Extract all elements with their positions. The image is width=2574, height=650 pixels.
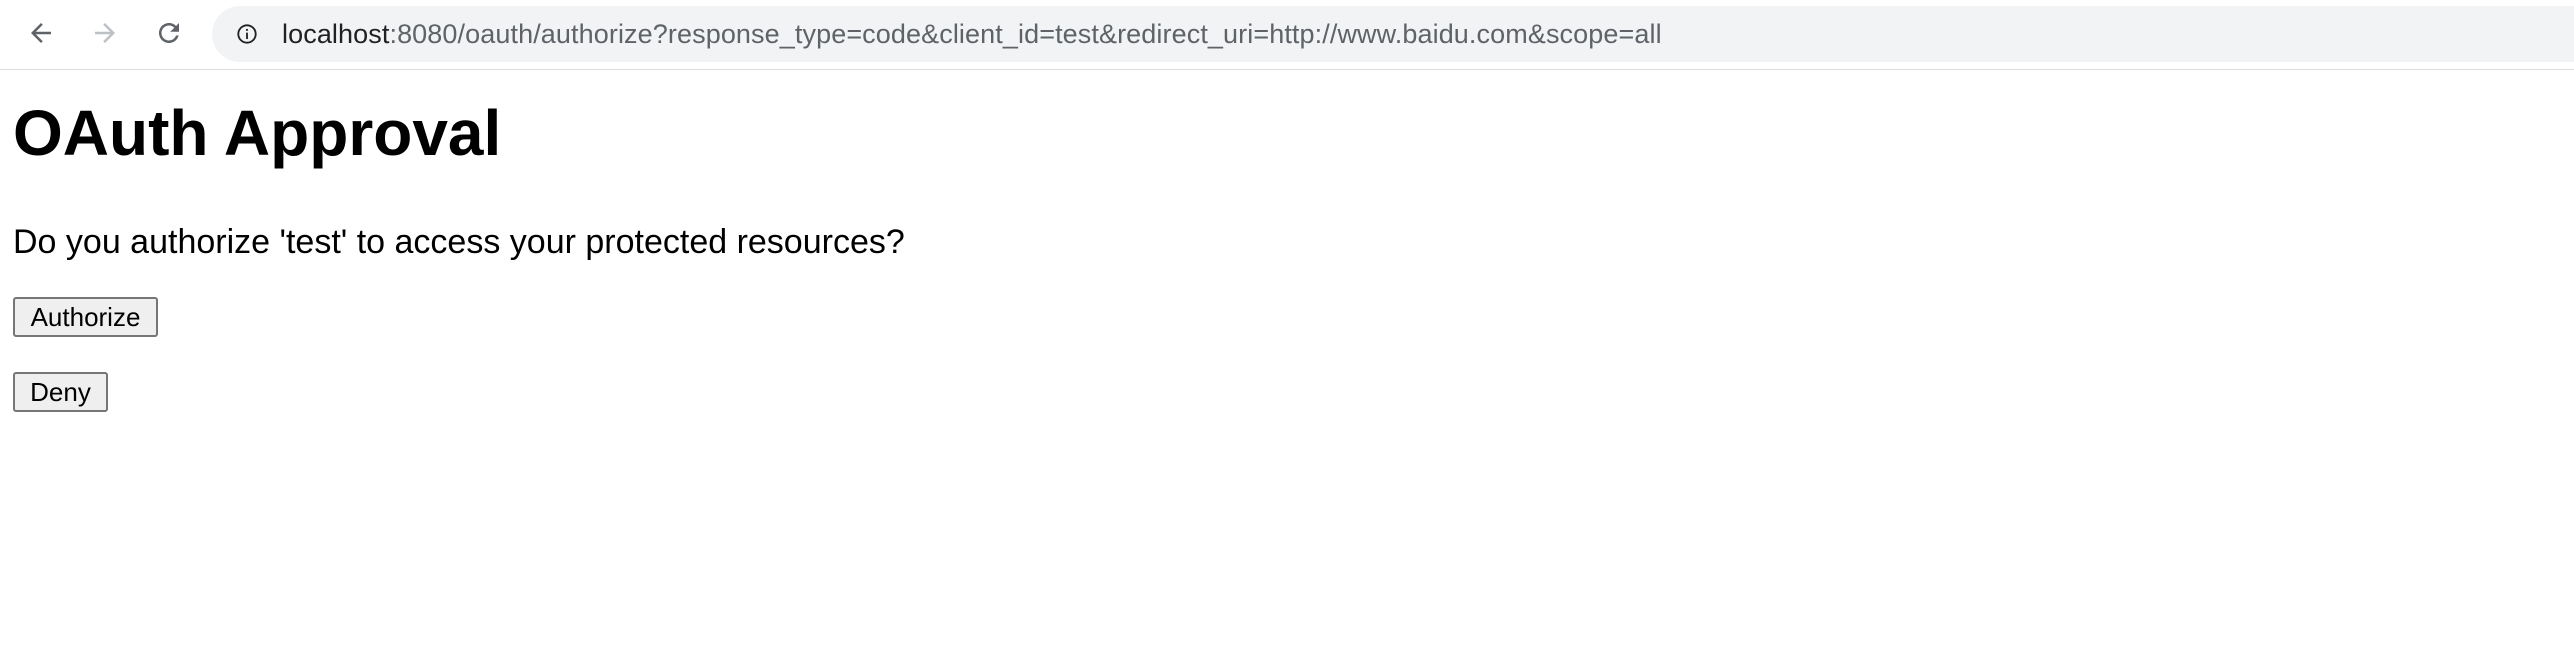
url-text[interactable]: localhost:8080/oauth/authorize?response_… [282,6,1662,62]
info-icon[interactable] [236,23,258,45]
arrow-forward-icon [95,23,115,43]
url-path: :8080/oauth/authorize?response_type=code… [389,19,1662,49]
page-title: OAuth Approval [13,97,502,169]
url-host: localhost [282,19,390,49]
authorization-question: Do you authorize 'test' to access your p… [13,223,905,261]
forward-button[interactable] [85,13,125,53]
deny-button[interactable]: Deny [13,372,108,412]
reload-icon [159,23,179,43]
back-button[interactable] [21,13,61,53]
address-bar[interactable]: localhost:8080/oauth/authorize?response_… [212,6,2574,62]
authorize-button[interactable]: Authorize [13,297,158,337]
browser-toolbar: localhost:8080/oauth/authorize?response_… [0,0,2574,70]
reload-button[interactable] [149,13,189,53]
arrow-back-icon [31,23,51,43]
